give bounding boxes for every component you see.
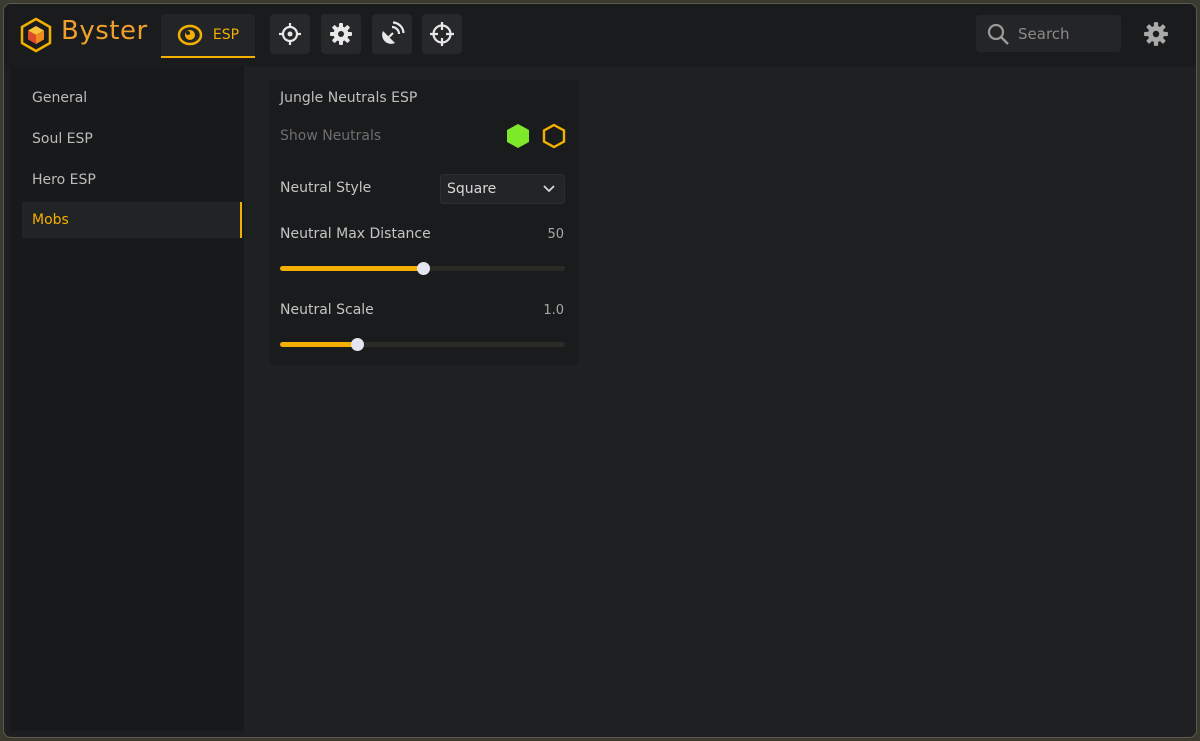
scale-value: 1.0	[543, 303, 564, 318]
search-input[interactable]	[1016, 23, 1120, 44]
tab-aim[interactable]	[270, 14, 310, 54]
scale-slider[interactable]	[280, 338, 565, 351]
satellite-signal-icon	[382, 21, 405, 44]
main-content: Jungle Neutrals ESP Show Neutrals Neutra…	[244, 66, 1196, 737]
gear-icon[interactable]	[1143, 21, 1169, 47]
max-distance-slider[interactable]	[280, 262, 565, 275]
slider-thumb[interactable]	[350, 338, 364, 351]
sidebar-item-label: Hero ESP	[32, 172, 96, 188]
slider-fill	[280, 266, 423, 271]
chevron-down-icon	[543, 185, 555, 193]
top-bar: Byster ESP	[4, 4, 1196, 66]
eye-icon	[177, 24, 203, 46]
tab-esp[interactable]: ESP	[161, 14, 255, 58]
max-distance-label: Neutral Max Distance	[280, 226, 431, 242]
sidebar-item-label: Mobs	[32, 212, 69, 228]
tab-esp-label: ESP	[212, 27, 240, 43]
jungle-neutrals-panel: Jungle Neutrals ESP Show Neutrals Neutra…	[270, 80, 578, 366]
sidebar-item-general[interactable]: General	[22, 80, 242, 116]
tab-target[interactable]	[422, 14, 462, 54]
app-window: Byster ESP Search General Soul ESP Hero …	[3, 3, 1197, 738]
sidebar-item-hero-esp[interactable]: Hero ESP	[22, 162, 242, 198]
neutral-style-value: Square	[447, 181, 497, 197]
search-icon	[987, 23, 1009, 45]
color-picker-outline[interactable]	[541, 123, 567, 149]
neutral-style-label: Neutral Style	[280, 180, 372, 196]
target-icon	[430, 22, 454, 46]
brand-name: Byster	[61, 16, 148, 46]
color-picker-filled[interactable]	[505, 123, 531, 149]
neutral-style-dropdown[interactable]: Square	[440, 174, 565, 204]
sidebar-item-soul-esp[interactable]: Soul ESP	[22, 121, 242, 157]
crosshair-circle-icon	[279, 23, 301, 45]
panel-title: Jungle Neutrals ESP	[280, 90, 418, 106]
show-neutrals-label: Show Neutrals	[280, 128, 382, 144]
scale-label: Neutral Scale	[280, 302, 374, 318]
search-box[interactable]	[976, 15, 1121, 52]
slider-fill	[280, 342, 357, 347]
tab-radar[interactable]	[372, 14, 412, 54]
max-distance-value: 50	[547, 227, 564, 242]
slider-thumb[interactable]	[416, 262, 430, 275]
sidebar: General Soul ESP Hero ESP Mobs	[10, 66, 244, 731]
sidebar-item-label: Soul ESP	[32, 131, 93, 147]
tab-settings[interactable]	[321, 14, 361, 54]
gear-icon	[330, 23, 352, 45]
sidebar-item-label: General	[32, 90, 88, 106]
sidebar-item-mobs[interactable]: Mobs	[22, 202, 242, 238]
hexagon-cube-logo	[20, 17, 52, 53]
